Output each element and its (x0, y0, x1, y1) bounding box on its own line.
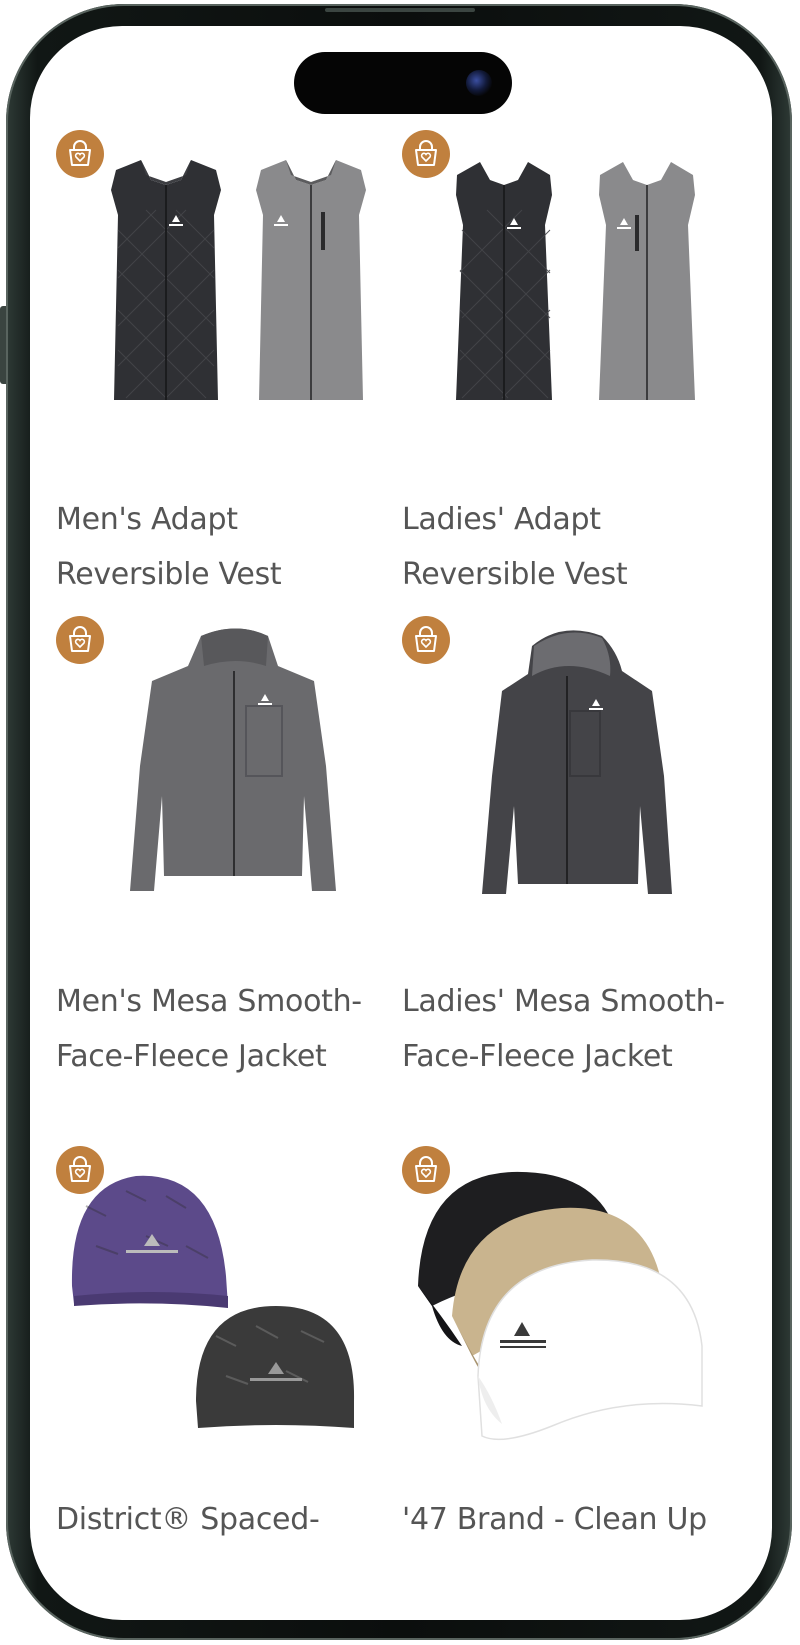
ladies-vest-icon[interactable] (402, 130, 732, 430)
phone-frame: Men's Adapt Reversible Vest Ladies' Adap… (0, 0, 800, 1645)
ladies-fleece-jacket-icon[interactable] (402, 616, 732, 916)
speaker-slot (325, 8, 475, 12)
shopping-bag-heart-icon (69, 1156, 91, 1182)
screen: Men's Adapt Reversible Vest Ladies' Adap… (30, 26, 772, 1620)
product-card-ladies-fleece-jacket[interactable]: Ladies' Mesa Smooth-Face-Fleece Jacket (402, 616, 732, 1116)
product-card-beanie[interactable]: District® Spaced- (56, 1146, 386, 1620)
shopping-bag-heart-icon (69, 140, 91, 166)
product-card-ladies-vest[interactable]: Ladies' Adapt Reversible Vest (402, 130, 732, 592)
favorite-button[interactable] (402, 130, 450, 178)
product-name[interactable]: Men's Mesa Smooth-Face-Fleece Jacket (56, 974, 396, 1084)
favorite-button[interactable] (402, 1146, 450, 1194)
dynamic-island (294, 52, 512, 114)
product-name[interactable]: Ladies' Adapt Reversible Vest (402, 492, 742, 602)
product-name[interactable]: '47 Brand - Clean Up (402, 1492, 742, 1547)
product-name[interactable]: Men's Adapt Reversible Vest (56, 492, 396, 602)
cap-icon[interactable] (402, 1146, 732, 1446)
shopping-bag-heart-icon (415, 626, 437, 652)
beanie-icon[interactable] (56, 1146, 386, 1446)
product-name[interactable]: Ladies' Mesa Smooth-Face-Fleece Jacket (402, 974, 742, 1084)
shopping-bag-heart-icon (415, 1156, 437, 1182)
favorite-button[interactable] (56, 130, 104, 178)
favorite-button[interactable] (402, 616, 450, 664)
camera-icon (466, 70, 492, 96)
product-card-cap[interactable]: '47 Brand - Clean Up (402, 1146, 732, 1620)
product-name[interactable]: District® Spaced- (56, 1492, 396, 1547)
product-card-mens-vest[interactable]: Men's Adapt Reversible Vest (56, 130, 386, 592)
favorite-button[interactable] (56, 616, 104, 664)
product-card-mens-fleece-jacket[interactable]: Men's Mesa Smooth-Face-Fleece Jacket (56, 616, 386, 1074)
men-fleece-jacket-icon[interactable] (56, 616, 386, 916)
men-vest-icon[interactable] (56, 130, 386, 430)
shopping-bag-heart-icon (415, 140, 437, 166)
shopping-bag-heart-icon (69, 626, 91, 652)
favorite-button[interactable] (56, 1146, 104, 1194)
